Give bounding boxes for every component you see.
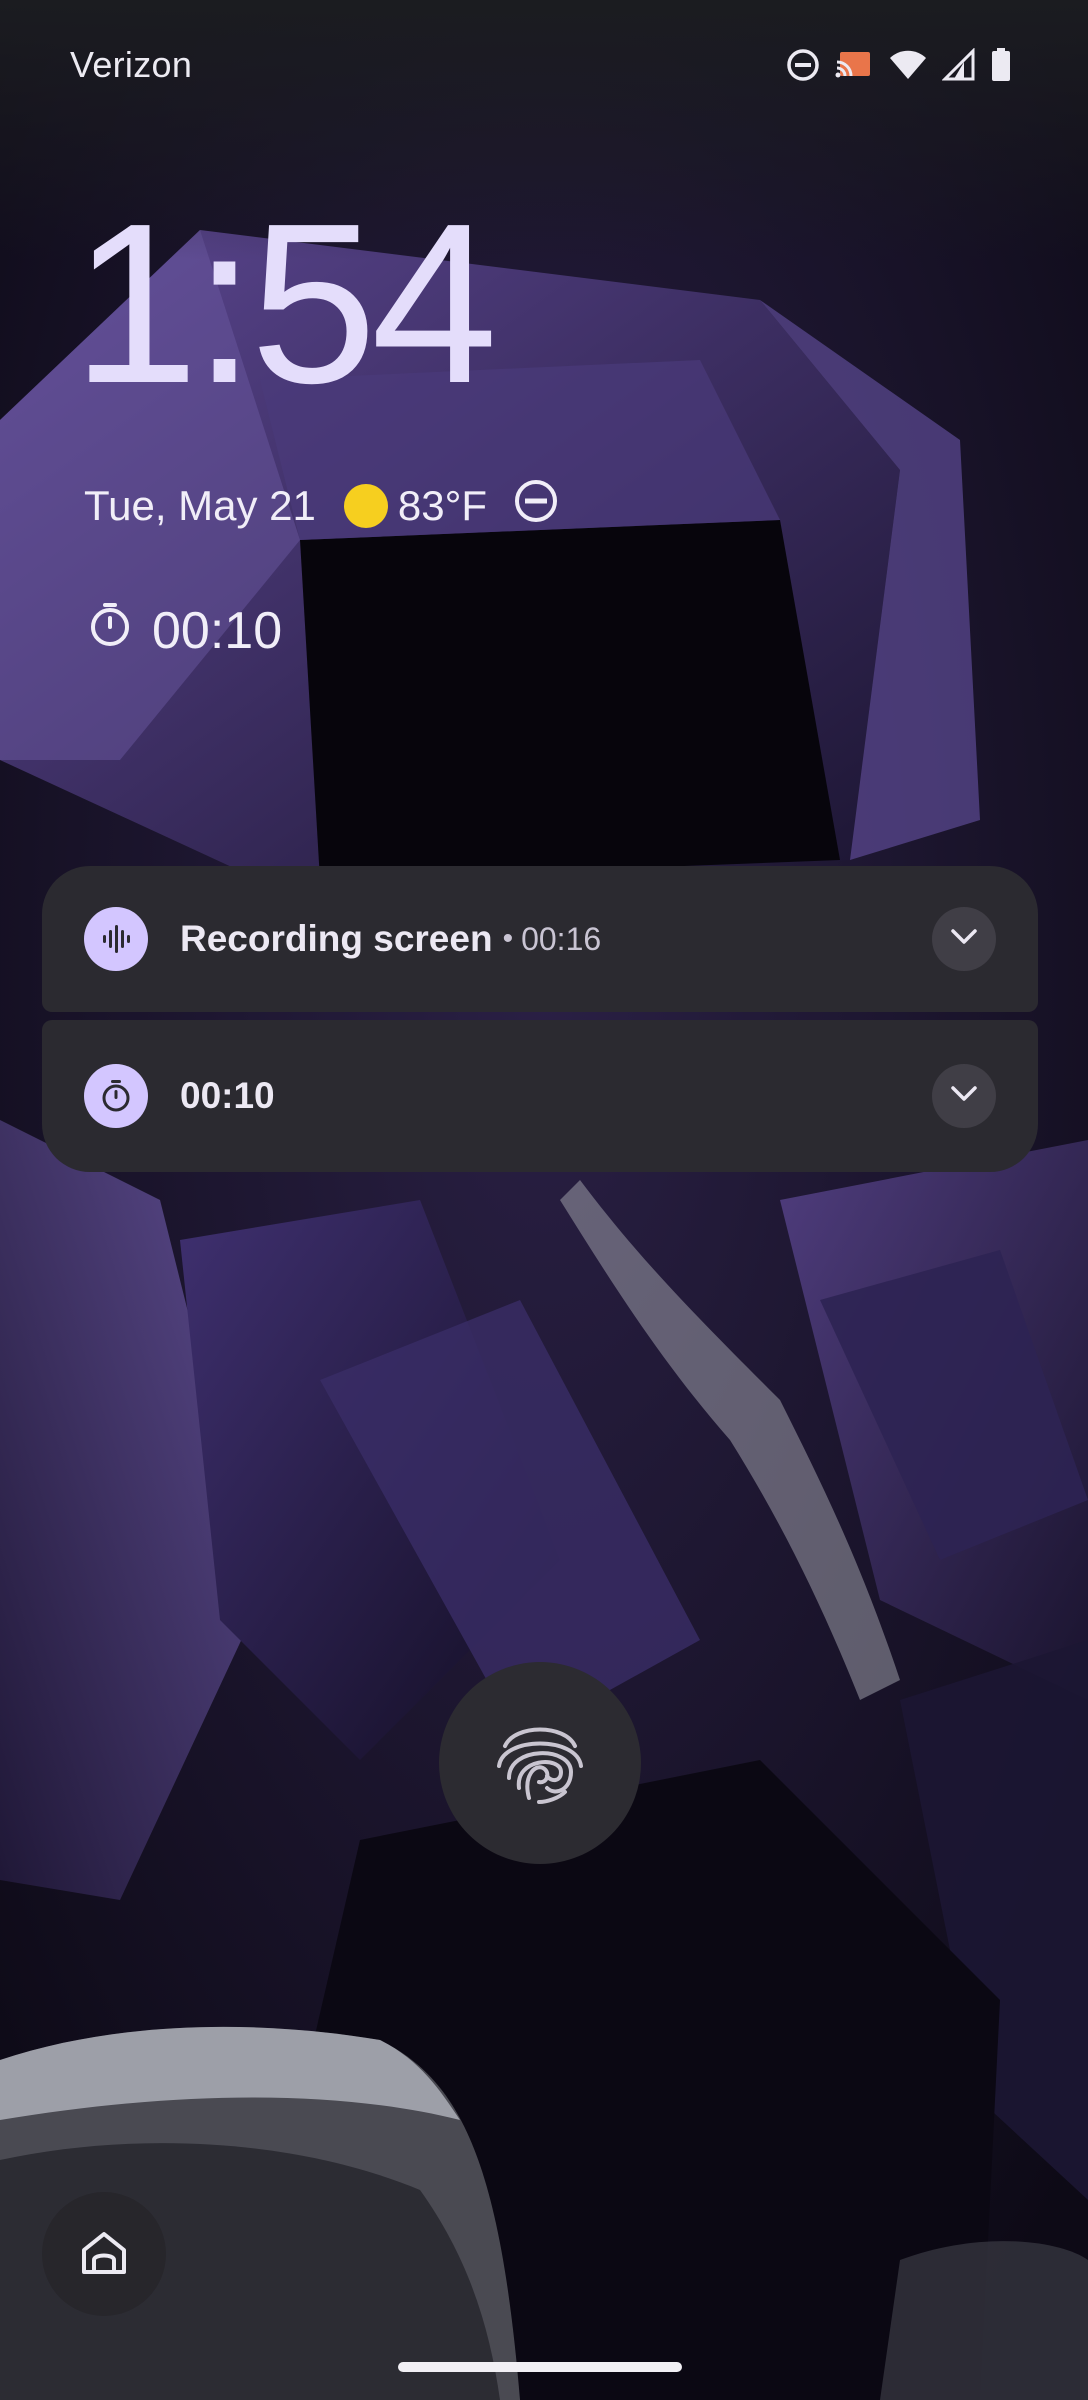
do-not-disturb-icon (786, 48, 820, 82)
fingerprint-icon (485, 1706, 595, 1821)
notification-time: 00:16 (521, 920, 602, 957)
temperature-text: 83°F (397, 482, 488, 529)
wifi-icon (888, 48, 928, 82)
cast-icon (834, 48, 874, 82)
sound-wave-icon (84, 907, 148, 971)
expand-notification-button[interactable] (932, 1064, 996, 1128)
do-not-disturb-icon (513, 478, 559, 534)
chevron-down-icon (946, 1076, 982, 1117)
fingerprint-unlock-button[interactable] (439, 1662, 641, 1864)
battery-icon (990, 48, 1012, 82)
screen-recording-notification[interactable]: Recording screen • 00:16 (42, 866, 1038, 1012)
gesture-navigation-bar[interactable] (398, 2362, 682, 2372)
active-timer-chip[interactable]: 00:10 (86, 600, 282, 661)
lock-screen: Verizon 1:54 Tue, May 21 83°F 00:10 Reco… (0, 0, 1088, 2400)
date-text: Tue, May 21 (84, 482, 316, 529)
timer-notification[interactable]: 00:10 (42, 1020, 1038, 1172)
home-icon (74, 2222, 134, 2287)
sun-icon (343, 484, 388, 528)
date-weather-row[interactable]: Tue, May 21 83°F (84, 478, 559, 534)
timer-icon (86, 600, 152, 661)
carrier-name: Verizon (70, 44, 193, 85)
notification-title: Recording screen (180, 918, 493, 959)
chevron-down-icon (946, 919, 982, 960)
notification-separator: • (502, 922, 514, 955)
home-shortcut-button[interactable] (42, 2192, 166, 2316)
cell-signal-icon (942, 48, 976, 82)
expand-notification-button[interactable] (932, 907, 996, 971)
lockscreen-clock: 1:54 (72, 177, 498, 431)
timer-text: 00:10 (152, 601, 283, 660)
notification-title: 00:10 (180, 1075, 275, 1116)
status-icons (786, 48, 1012, 82)
timer-icon (84, 1064, 148, 1128)
